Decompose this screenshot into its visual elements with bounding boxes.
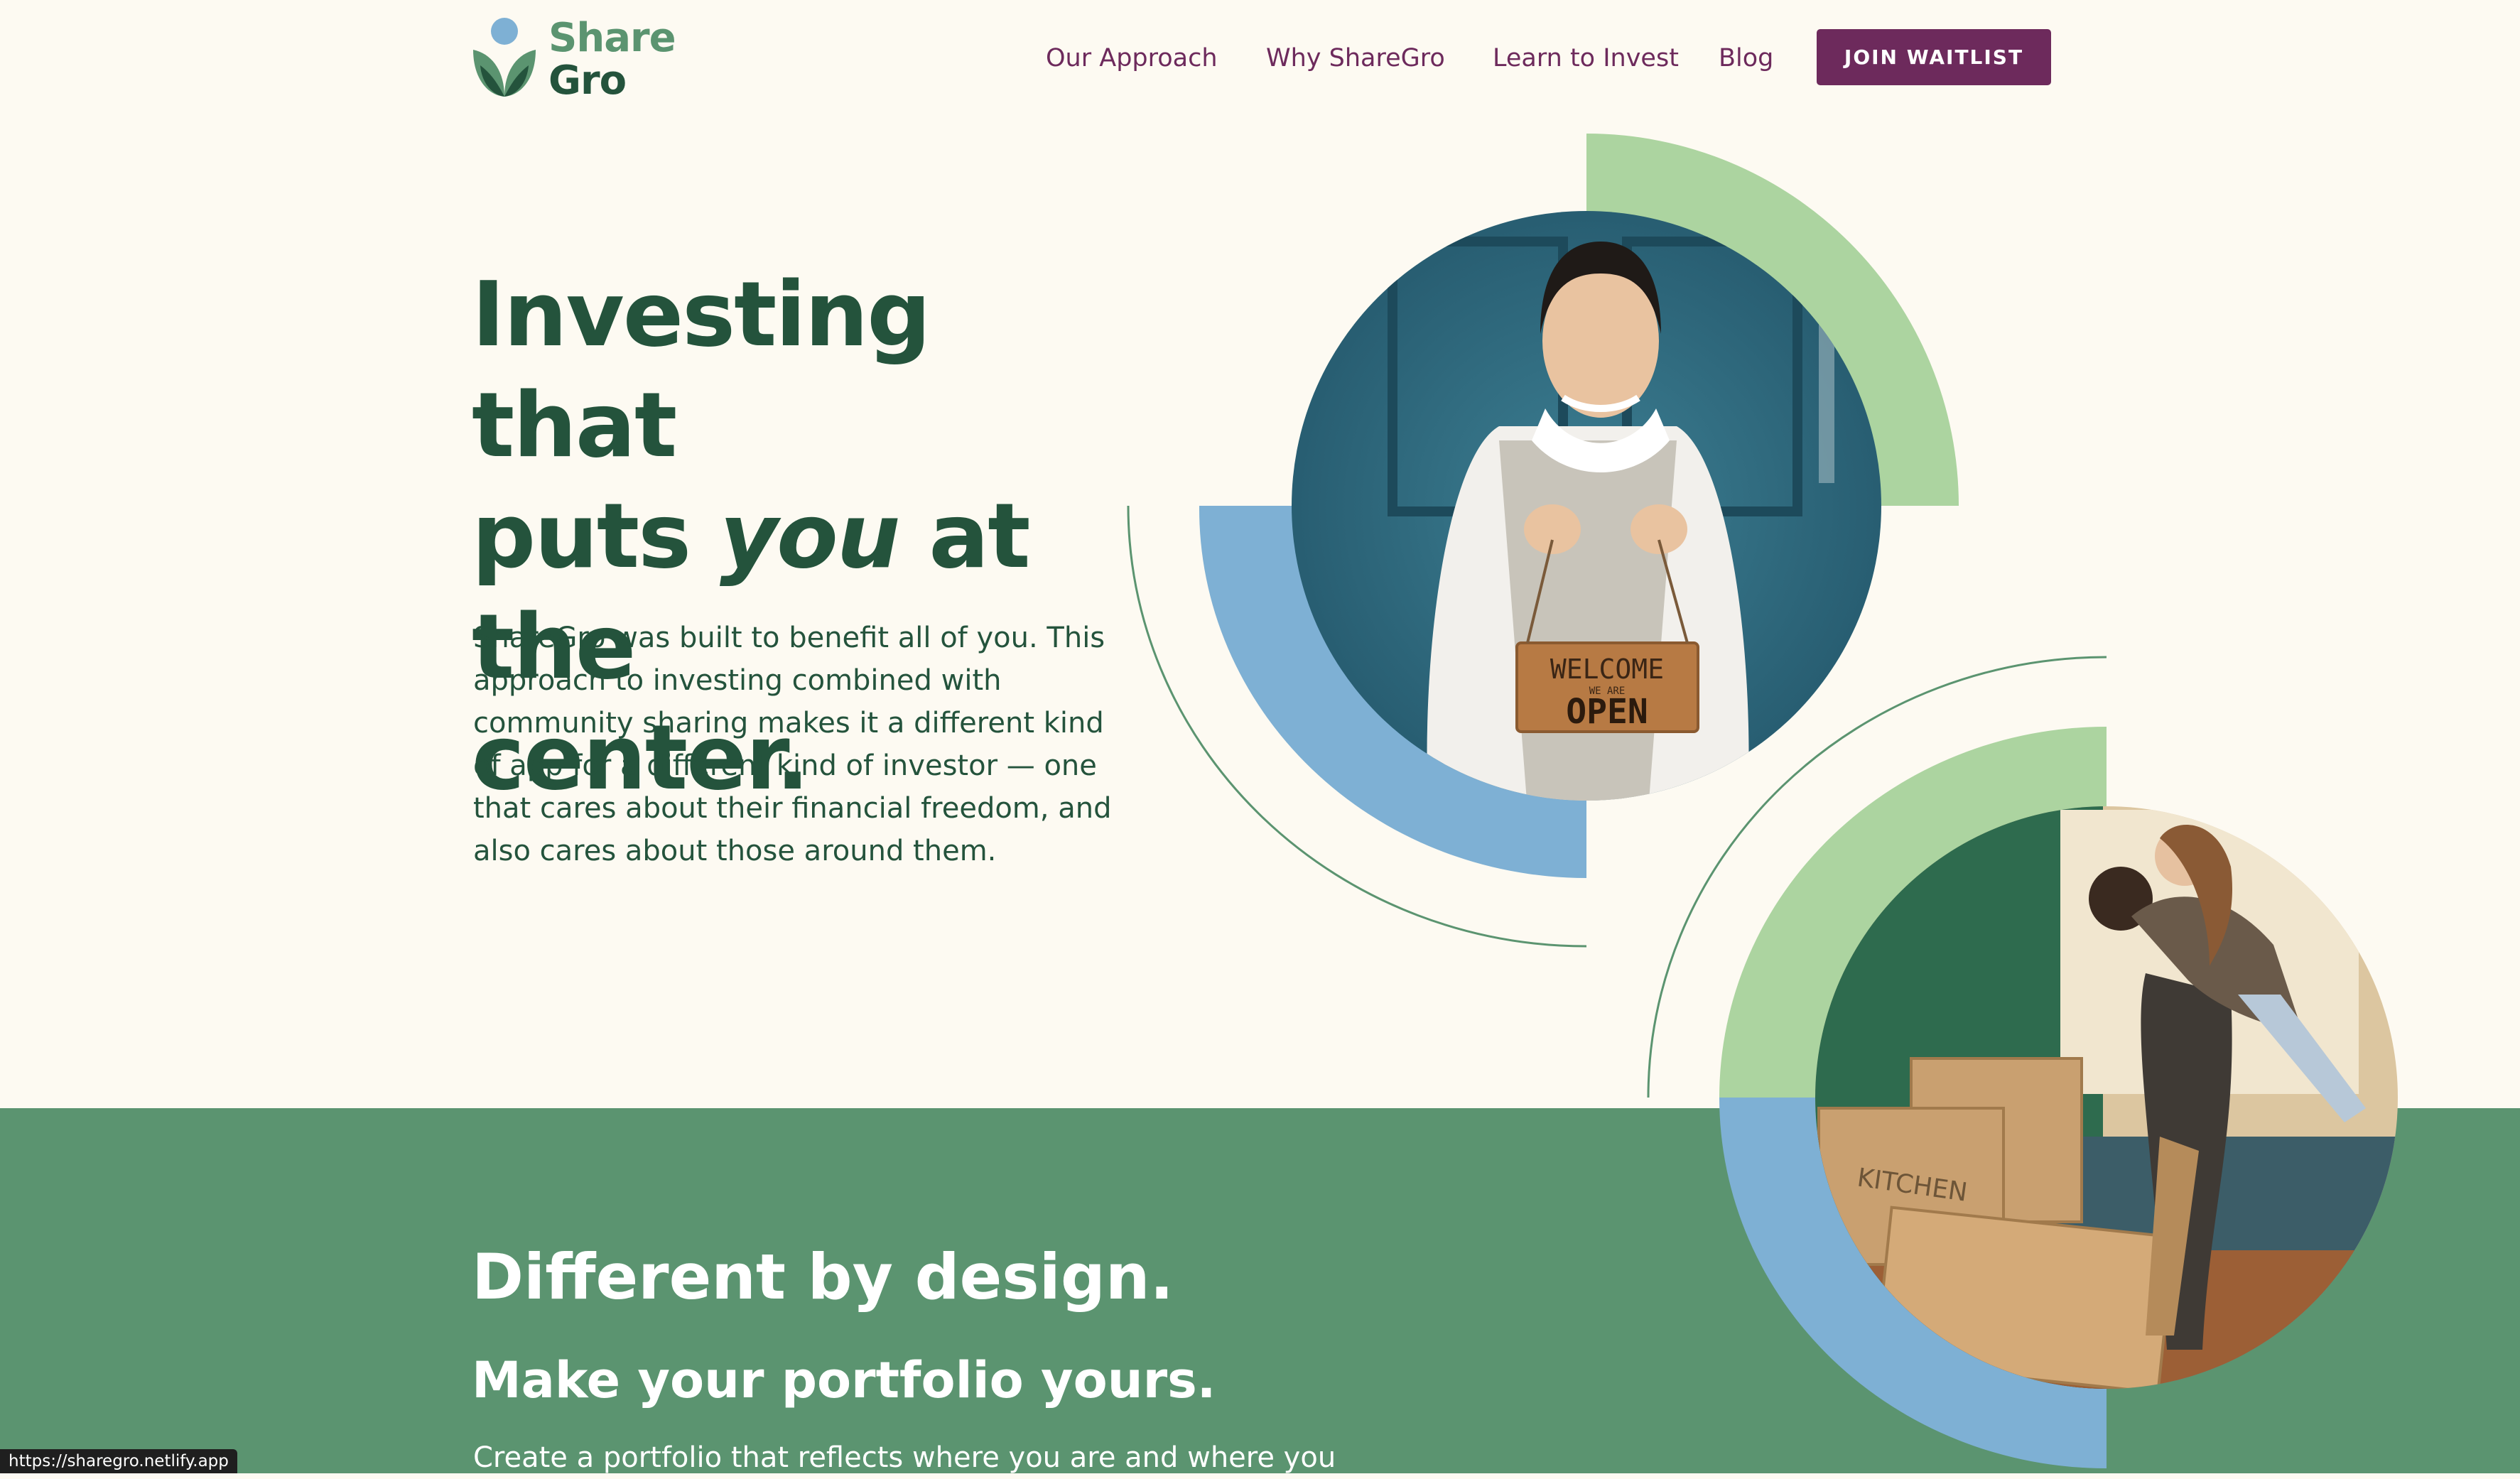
hero-title-line2-pre: puts: [472, 484, 720, 588]
brand-logo[interactable]: Share Gro: [472, 16, 685, 102]
hero-description: ShareGro was built to benefit all of you…: [473, 622, 1112, 867]
link-status-bar: https://sharegro.netlify.app: [0, 1449, 237, 1473]
hero-title-emphasis: you: [720, 484, 900, 588]
nav-why-sharegro[interactable]: Why ShareGro: [1266, 41, 1445, 75]
sign-welcome: WELCOME: [1550, 654, 1664, 685]
section-body: Create a portfolio that reflects where y…: [473, 1441, 1336, 1474]
blue-arc-1: [1199, 506, 1586, 878]
hero-title-line1: Investing that: [472, 262, 931, 477]
sign-we-are: WE ARE: [1589, 686, 1626, 697]
join-waitlist-button[interactable]: JOIN WAITLIST: [1817, 29, 2051, 85]
nav-our-approach[interactable]: Our Approach: [1046, 41, 1218, 75]
brand-name-line2: Gro: [548, 58, 627, 104]
section-subtitle: Make your portfolio yours.: [472, 1351, 1216, 1409]
sign-open: OPEN: [1566, 692, 1648, 732]
thin-arc-1: [1127, 505, 1587, 948]
nav-blog[interactable]: Blog: [1719, 41, 1773, 75]
green-arc-2: [1719, 727, 2107, 1098]
section-title: Different by design.: [472, 1240, 1174, 1313]
green-arc-1: [1586, 134, 1959, 506]
shop-owner-photo: WELCOME WE ARE OPEN: [1292, 211, 1881, 801]
sprout-logo-icon: [473, 18, 536, 97]
thin-arc-2: [1647, 656, 2107, 1098]
brand-wordmark: Share Gro: [548, 17, 676, 102]
brand-name-line1: Share: [548, 15, 676, 61]
nav-learn-to-invest[interactable]: Learn to Invest: [1493, 41, 1679, 75]
different-by-design-section: [0, 1108, 2520, 1473]
